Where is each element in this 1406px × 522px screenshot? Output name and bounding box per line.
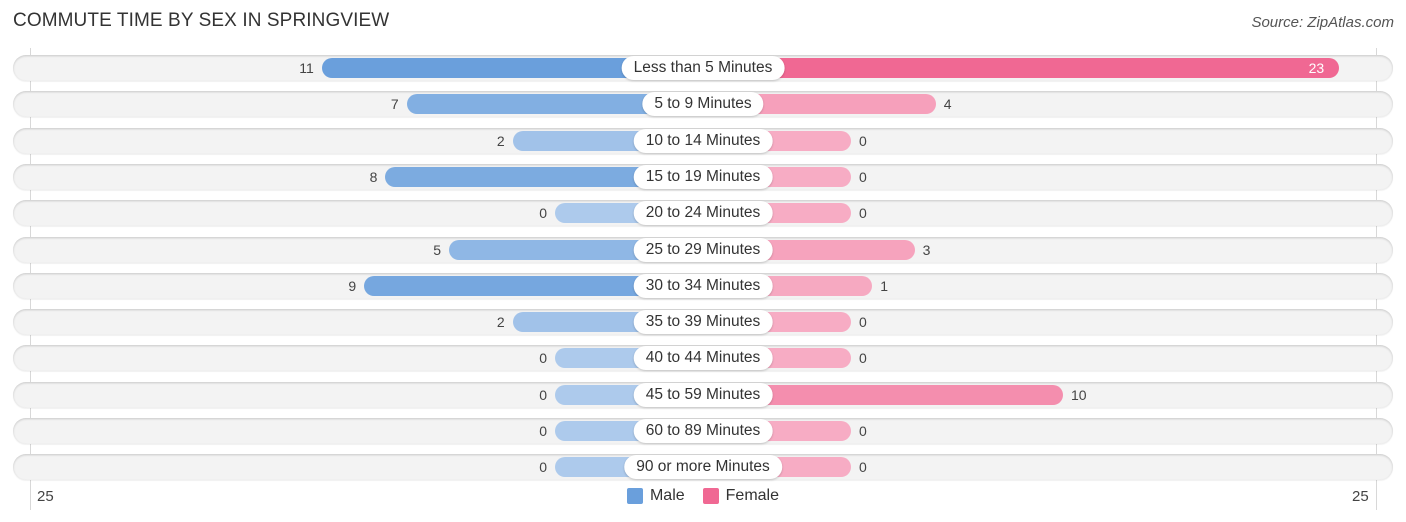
legend-label-male: Male [649, 487, 685, 504]
legend: Male Female [0, 487, 1406, 505]
legend-swatch-male [626, 488, 643, 504]
legend-label-female: Female [725, 487, 780, 504]
value-label-male: 2 [496, 132, 505, 149]
value-label-male: 0 [539, 205, 547, 222]
value-label-male: 0 [539, 350, 547, 367]
value-label-female: 0 [859, 132, 867, 149]
legend-item-male[interactable]: Male [626, 487, 685, 505]
category-label: 45 to 59 Minutes [633, 382, 773, 407]
value-label-male: 2 [496, 314, 505, 331]
value-label-female: 4 [943, 96, 952, 113]
category-label: Less than 5 Minutes [621, 56, 785, 80]
chart-title: COMMUTE TIME BY SEX IN SPRINGVIEW [13, 10, 390, 31]
value-label-male: 11 [299, 60, 314, 76]
legend-swatch-female [702, 488, 719, 504]
value-label-male: 8 [369, 168, 378, 185]
value-label-female: 10 [1071, 386, 1087, 403]
value-label-female: 23 [1308, 60, 1325, 76]
legend-item-female[interactable]: Female [702, 487, 780, 505]
value-label-male: 9 [348, 277, 357, 294]
category-label: 30 to 34 Minutes [633, 273, 773, 298]
source-label: Source: ZipAtlas.com [1251, 14, 1394, 31]
value-label-male: 7 [390, 96, 399, 113]
value-label-male: 0 [539, 459, 547, 476]
value-label-male: 0 [539, 423, 547, 439]
bar-female[interactable] [703, 58, 1339, 78]
category-label: 15 to 19 Minutes [633, 164, 773, 189]
value-label-female: 0 [859, 423, 867, 439]
category-label: 90 or more Minutes [624, 455, 782, 480]
value-label-female: 0 [859, 314, 867, 331]
category-label: 10 to 14 Minutes [633, 128, 773, 153]
value-label-male: 5 [433, 241, 441, 258]
category-label: 40 to 44 Minutes [633, 346, 773, 371]
category-label: 20 to 24 Minutes [633, 201, 773, 226]
category-label: 5 to 9 Minutes [642, 92, 764, 117]
value-label-female: 0 [859, 459, 867, 476]
value-label-female: 0 [859, 350, 867, 367]
value-label-female: 0 [859, 205, 867, 222]
category-label: 25 to 29 Minutes [633, 237, 773, 262]
value-label-male: 0 [539, 386, 547, 403]
value-label-female: 3 [922, 241, 931, 258]
category-label: 35 to 39 Minutes [633, 310, 773, 335]
category-label: 60 to 89 Minutes [633, 419, 773, 443]
value-label-female: 1 [880, 277, 888, 294]
value-label-female: 0 [859, 168, 867, 185]
